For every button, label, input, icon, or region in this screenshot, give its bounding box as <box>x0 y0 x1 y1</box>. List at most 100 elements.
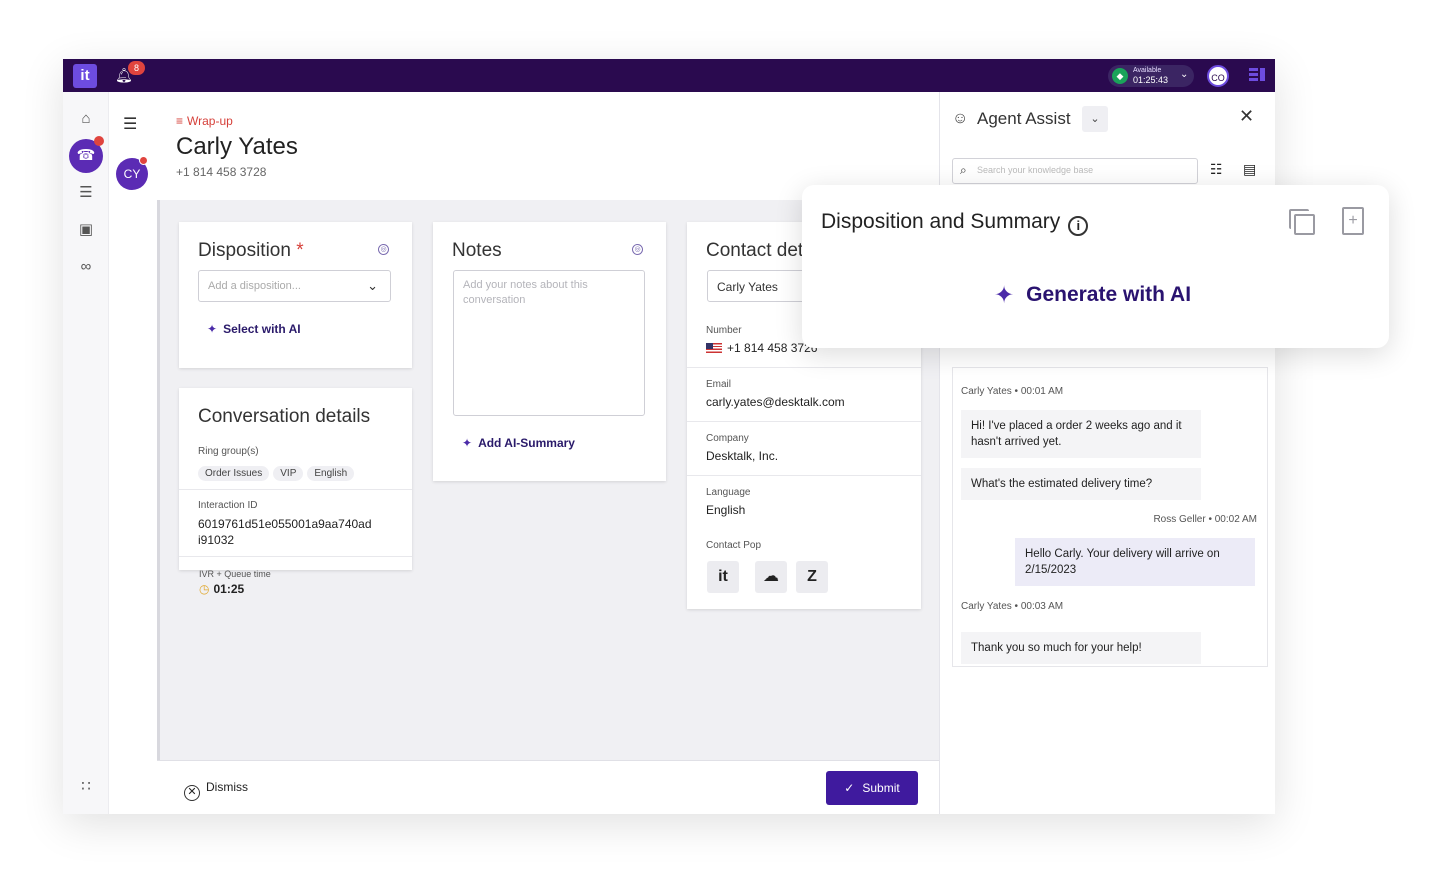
app-window: it 🔔︎ 8 ◆ Available 01:25:43 ⌄ CO ⌂ ☎︎ ☰… <box>63 59 1275 814</box>
disposition-title: Disposition * <box>198 240 304 261</box>
agent-assist-icon: ☺ <box>952 110 969 127</box>
disposition-summary-popup: Disposition and Summary i + ✦ Generate wit… <box>802 185 1389 348</box>
agent-assist-dropdown[interactable]: ⌄ <box>1082 106 1108 132</box>
ring-group-chip: Order Issues <box>198 466 270 481</box>
knowledge-search-placeholder: Search your knowledge base <box>977 165 1094 175</box>
wrapup-footer: ✕ Dismiss ✓ Submit <box>157 760 939 814</box>
divider <box>687 367 921 368</box>
select-with-ai-button[interactable]: ✦ Select with AI <box>207 322 301 336</box>
status-selector[interactable]: ◆ Available 01:25:43 ⌄ <box>1108 65 1194 87</box>
conversation-details-title: Conversation details <box>198 406 371 427</box>
interaction-id-value: 6019761d51e055001a9aa740ad i91032 <box>198 517 372 547</box>
chevron-down-icon: ⌄ <box>1180 69 1189 80</box>
list-icon[interactable]: ☰ <box>76 183 96 203</box>
conversation-status-dot <box>139 156 148 165</box>
divider <box>687 421 921 422</box>
add-ai-summary-button[interactable]: ✦ Add AI-Summary <box>462 436 575 450</box>
chevron-down-icon: ⌄ <box>1090 113 1100 125</box>
ai-badge-icon: ◎ <box>632 244 643 255</box>
agent-message: Hello Carly. Your delivery will arrive o… <box>1015 538 1255 586</box>
language-label: Language <box>706 487 751 498</box>
contact-details-title: Contact det <box>706 240 804 261</box>
sparkle-icon: ✦ <box>462 436 473 450</box>
contact-pop-label: Contact Pop <box>706 540 762 551</box>
interaction-id-label: Interaction ID <box>198 500 258 511</box>
disposition-select[interactable]: Add a disposition... ⌄ <box>198 270 391 302</box>
ring-groups-chips: Order Issues VIP English <box>198 463 358 481</box>
voicemail-icon[interactable]: ∞ <box>76 257 96 277</box>
agent-assist-title: Agent Assist <box>977 109 1071 128</box>
status-label: Available <box>1133 67 1162 74</box>
divider <box>687 475 921 476</box>
close-icon[interactable]: ✕ <box>1239 106 1254 127</box>
salesforce-pop-icon[interactable]: ☁︎ <box>755 561 787 593</box>
clock-icon: ◷ <box>199 582 210 596</box>
library-icon[interactable]: ▤ <box>1243 161 1256 178</box>
company-label: Company <box>706 433 749 444</box>
talkdesk-pop-icon[interactable]: it <box>707 561 739 593</box>
customer-message: What's the estimated delivery time? <box>961 468 1201 500</box>
chevron-down-icon: ⌄ <box>367 278 378 293</box>
status-timer: 01:25:43 <box>1133 75 1169 85</box>
message-meta: Ross Geller • 00:02 AM <box>1153 514 1257 525</box>
bell-icon[interactable]: 🔔︎ <box>115 67 133 83</box>
customer-message: Thank you so much for your help! <box>961 632 1201 664</box>
email-label: Email <box>706 379 732 390</box>
queue-time-value: 01:25 <box>213 582 245 596</box>
top-bar: it 🔔︎ 8 ◆ Available 01:25:43 ⌄ CO <box>63 59 1275 92</box>
customer-name: Carly Yates <box>176 133 298 160</box>
info-icon[interactable]: i <box>1068 216 1089 236</box>
dismiss-icon: ✕ <box>184 785 200 801</box>
submit-button[interactable]: ✓ Submit <box>826 771 918 805</box>
zendesk-pop-icon[interactable]: Z <box>796 561 828 593</box>
chat-transcript: Carly Yates • 00:01 AM Hi! I've placed a… <box>952 367 1268 667</box>
wrapup-icon: ≡ <box>176 114 184 128</box>
apps-grid-icon[interactable]: ∷ <box>76 777 96 797</box>
ai-badge-icon: ◎ <box>378 244 389 255</box>
home-icon[interactable]: ⌂ <box>76 109 96 129</box>
wrapup-indicator: ≡ Wrap-up <box>176 114 233 128</box>
user-avatar[interactable]: CO <box>1207 65 1229 87</box>
copy-icon[interactable] <box>1289 209 1315 235</box>
check-icon: ✓ <box>844 781 855 795</box>
contact-company: Desktalk, Inc. <box>706 449 779 463</box>
app-rail: ⌂ ☎︎ ☰ ▣ ∞ ∷ <box>63 92 109 814</box>
contacts-icon[interactable]: ▣ <box>76 220 96 240</box>
popup-title: Disposition and Summary i <box>821 210 1089 236</box>
us-flag-icon <box>706 343 722 353</box>
customer-message: Hi! I've placed a order 2 weeks ago and … <box>961 410 1201 458</box>
notes-card: Notes ◎ Add your notes about this conver… <box>433 222 666 481</box>
queue-time: ◷ 01:25 <box>199 582 244 596</box>
talkdesk-logo[interactable]: it <box>73 64 97 88</box>
panel-toggle-icon[interactable] <box>1249 68 1265 82</box>
message-meta: Carly Yates • 00:01 AM <box>961 386 1064 397</box>
menu-collapse-icon[interactable]: ☰ <box>123 114 137 134</box>
notification-badge: 8 <box>128 61 145 75</box>
contact-pop-row: it ☁︎ Z <box>707 561 847 593</box>
conversations-badge <box>94 136 104 146</box>
disposition-card: Disposition * ◎ Add a disposition... ⌄ ✦… <box>179 222 412 368</box>
sparkle-icon: ✦ <box>207 322 218 336</box>
hierarchy-icon[interactable]: ☷ <box>1210 161 1223 178</box>
knowledge-search-input[interactable]: ⌕ Search your knowledge base <box>952 158 1198 184</box>
add-document-icon[interactable]: + <box>1342 207 1364 235</box>
divider <box>179 489 412 490</box>
generate-with-ai-button[interactable]: ✦ Generate with AI <box>994 281 1191 310</box>
number-label: Number <box>706 325 742 336</box>
dismiss-button[interactable]: ✕ Dismiss <box>184 780 248 801</box>
divider <box>179 556 412 557</box>
customer-phone: +1 814 458 3728 <box>176 165 267 179</box>
status-available-icon: ◆ <box>1112 68 1128 84</box>
conversation-rail: ☰ CY <box>109 92 157 814</box>
conversation-details-card: Conversation details Ring group(s) Order… <box>179 388 412 570</box>
contact-language: English <box>706 503 746 517</box>
search-icon: ⌕ <box>960 163 967 177</box>
wrapup-label: Wrap-up <box>187 114 233 128</box>
message-meta: Carly Yates • 00:03 AM <box>961 601 1064 612</box>
queue-time-label: IVR + Queue time <box>199 569 271 579</box>
sparkle-icon: ✦ <box>994 282 1015 309</box>
notes-textarea[interactable]: Add your notes about this conversation <box>453 270 645 416</box>
contact-email: carly.yates@desktalk.com <box>706 395 845 409</box>
ring-group-chip: English <box>307 466 355 481</box>
contact-name-field[interactable]: Carly Yates <box>707 270 817 302</box>
